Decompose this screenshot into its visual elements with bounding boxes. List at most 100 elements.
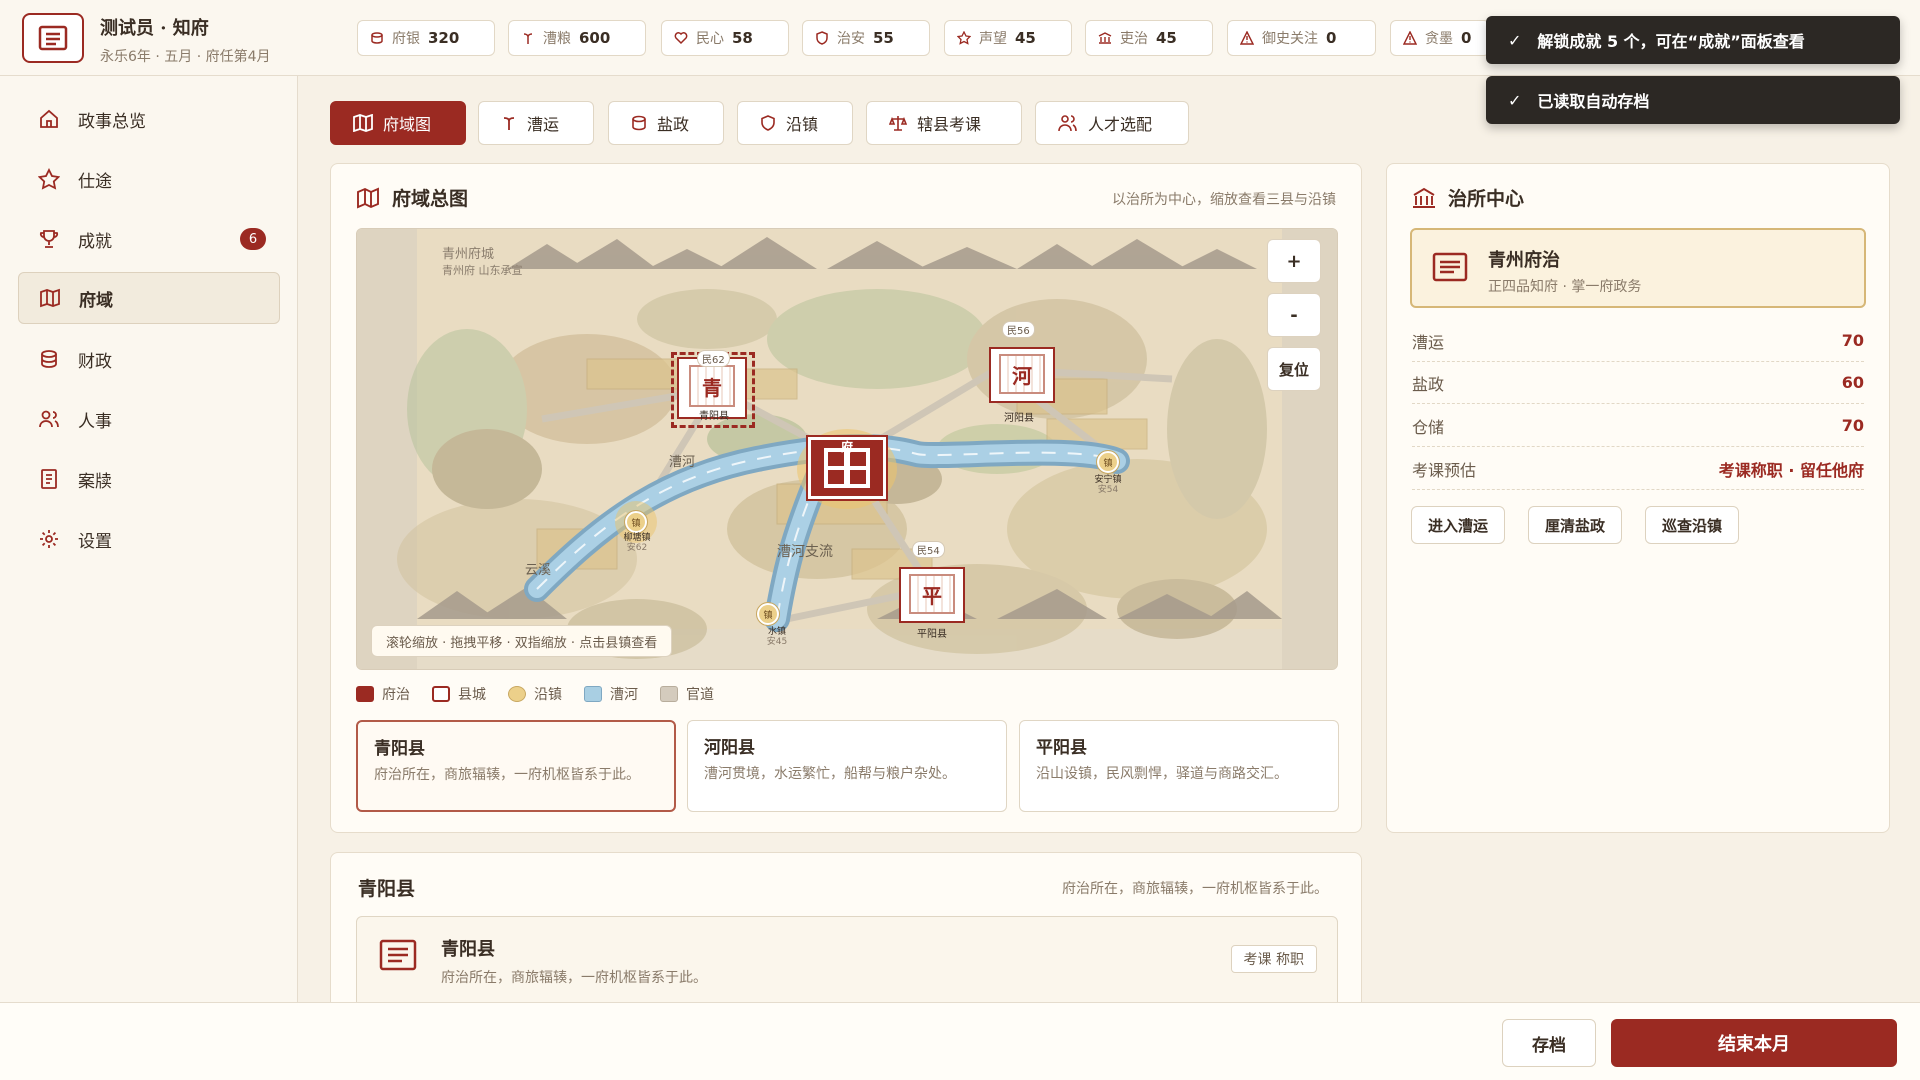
sidebar-item-documents[interactable]: 案牍 xyxy=(18,453,280,505)
trophy-icon xyxy=(39,230,59,248)
stat-value: 320 xyxy=(428,29,460,47)
stat-label: 府银 xyxy=(392,31,420,47)
star-icon xyxy=(38,168,60,190)
sidebar-item-finance[interactable]: 财政 xyxy=(18,333,280,385)
zoom-in-button[interactable]: + xyxy=(1267,239,1321,283)
stat-value: 0 xyxy=(1326,29,1337,47)
stat-label: 治安 xyxy=(837,31,865,47)
town-node[interactable]: 镇 xyxy=(756,602,780,626)
achievement-count-badge: 6 xyxy=(240,228,266,250)
map-icon xyxy=(40,288,60,308)
toast-achievement[interactable]: ✓ 解锁成就 5 个，可在“成就”面板查看 xyxy=(1486,16,1900,64)
sidebar-item-label: 政事总览 xyxy=(78,111,146,132)
metric-value: 考课称职 · 留任他府 xyxy=(1718,460,1864,480)
home-icon xyxy=(40,109,58,128)
building-icon xyxy=(1413,187,1435,208)
coins-icon xyxy=(632,115,646,131)
stat-morale: 民心 58 xyxy=(661,20,789,56)
domain-map[interactable]: 青州府城 青州府 山东承宣 漕河 漕河支流 云溪 府 青 青阳县 民62 河 河… xyxy=(356,228,1338,670)
tab-county-assessment[interactable]: 辖县考课 xyxy=(866,101,1022,145)
warning-icon xyxy=(1240,31,1254,45)
stat-label: 民心 xyxy=(696,31,724,47)
seat-name: 青州府治 xyxy=(1488,250,1560,271)
sidebar-item-achievements[interactable]: 成就 6 xyxy=(18,213,280,265)
prefecture-glyph: 府 xyxy=(841,440,854,454)
stat-censor: 御史关注 0 xyxy=(1227,20,1376,56)
tab-label: 辖县考课 xyxy=(917,115,982,134)
scale-icon xyxy=(889,116,907,131)
clear-salt-button[interactable]: 厘清盐政 xyxy=(1528,506,1623,544)
sidebar-item-label: 府域 xyxy=(79,290,113,311)
county-card-heyang[interactable]: 河阳县 漕河贯境，水运繁忙，船帮与粮户杂处。 xyxy=(687,720,1007,812)
end-month-button[interactable]: 结束本月 xyxy=(1611,1019,1897,1067)
document-icon xyxy=(1432,252,1468,286)
tab-grain-transport[interactable]: 漕运 xyxy=(478,101,594,145)
legend-swatch xyxy=(356,686,374,702)
county-map-label: 青阳县 xyxy=(699,411,729,422)
stat-value: 45 xyxy=(1015,29,1036,47)
county-name: 河阳县 xyxy=(704,738,755,758)
heart-icon xyxy=(674,32,688,45)
county-card-qingyang[interactable]: 青阳县 府治所在，商旅辐辏，一府机枢皆系于此。 xyxy=(356,720,676,812)
metric-label: 仓储 xyxy=(1412,417,1445,437)
county-name: 平阳县 xyxy=(1036,738,1087,758)
metric-label: 考课预估 xyxy=(1412,460,1477,480)
save-button[interactable]: 存档 xyxy=(1502,1019,1596,1067)
tab-talent[interactable]: 人才选配 xyxy=(1035,101,1189,145)
county-desc: 漕河贯境，水运繁忙，船帮与粮户杂处。 xyxy=(704,766,956,782)
coins-icon xyxy=(41,350,57,368)
check-icon: ✓ xyxy=(1508,30,1522,50)
seat-desc: 正四品知府 · 掌一府政务 xyxy=(1488,279,1642,295)
tab-domain-map[interactable]: 府域图 xyxy=(330,101,466,145)
document-icon xyxy=(41,469,57,489)
sidebar-item-domain[interactable]: 府域 xyxy=(18,272,280,324)
county-node-pingyang[interactable]: 平 xyxy=(899,567,965,623)
town-node[interactable]: 镇 xyxy=(624,510,648,534)
zoom-out-button[interactable]: - xyxy=(1267,293,1321,337)
sidebar-item-label: 人事 xyxy=(78,411,112,432)
inspect-towns-button[interactable]: 巡查沿镇 xyxy=(1645,506,1740,544)
tab-salt[interactable]: 盐政 xyxy=(608,101,724,145)
reset-view-button[interactable]: 复位 xyxy=(1267,347,1321,391)
toast-autosave[interactable]: ✓ 已读取自动存档 xyxy=(1486,76,1900,124)
stat-silver: 府银 320 xyxy=(357,20,495,56)
sidebar-item-career[interactable]: 仕途 xyxy=(18,153,280,205)
river-label: 漕河支流 xyxy=(777,544,833,560)
tab-label: 人才选配 xyxy=(1088,115,1153,134)
shield-icon xyxy=(816,31,828,45)
town-node[interactable]: 镇 xyxy=(1096,450,1120,474)
river-label: 云溪 xyxy=(525,563,552,578)
county-card-pingyang[interactable]: 平阳县 沿山设镇，民风剽悍，驿道与商路交汇。 xyxy=(1019,720,1339,812)
county-name: 青阳县 xyxy=(374,739,425,759)
enter-grain-transport-button[interactable]: 进入漕运 xyxy=(1411,506,1506,544)
detail-inner-panel: 青阳县 府治所在，商旅辐辏，一府机枢皆系于此。 考课 称职 xyxy=(356,916,1338,1016)
people-icon xyxy=(1058,115,1077,132)
document-icon[interactable] xyxy=(22,13,84,63)
county-glyph: 河 xyxy=(999,354,1045,394)
county-node-heyang[interactable]: 河 xyxy=(989,347,1055,403)
county-tag: 民62 xyxy=(697,350,730,367)
sidebar-item-personnel[interactable]: 人事 xyxy=(18,393,280,445)
legend-swatch xyxy=(508,686,526,702)
stat-value: 58 xyxy=(732,29,753,47)
toast-text: 已读取自动存档 xyxy=(1537,92,1650,111)
prefecture-seat-node[interactable]: 府 xyxy=(806,435,888,501)
date-subtitle: 永乐6年 · 五月 · 府任第4月 xyxy=(100,49,271,65)
legend-item: 沿镇 xyxy=(508,684,562,704)
sidebar-item-settings[interactable]: 设置 xyxy=(18,513,280,565)
stat-corruption: 贪墨 0 xyxy=(1390,20,1490,56)
map-corner-label: 青州府城 青州府 山东承宣 xyxy=(442,247,523,277)
town-label: 安宁镇 安54 xyxy=(1094,475,1122,495)
tab-towns[interactable]: 沿镇 xyxy=(737,101,853,145)
legend-item: 官道 xyxy=(660,684,714,704)
center-card-header: 治所中心 xyxy=(1412,184,1524,211)
toast-text: 解锁成就 5 个，可在“成就”面板查看 xyxy=(1537,32,1805,51)
county-glyph: 青 xyxy=(689,365,735,407)
county-tag: 民56 xyxy=(1002,321,1035,338)
player-title: 测试员 · 知府 xyxy=(100,18,209,39)
sidebar-item-overview[interactable]: 政事总览 xyxy=(18,93,280,145)
stat-officials: 吏治 45 xyxy=(1085,20,1213,56)
people-icon xyxy=(39,410,59,428)
seat-summary[interactable]: 青州府治 正四品知府 · 掌一府政务 xyxy=(1410,228,1866,308)
legend-swatch xyxy=(584,686,602,702)
